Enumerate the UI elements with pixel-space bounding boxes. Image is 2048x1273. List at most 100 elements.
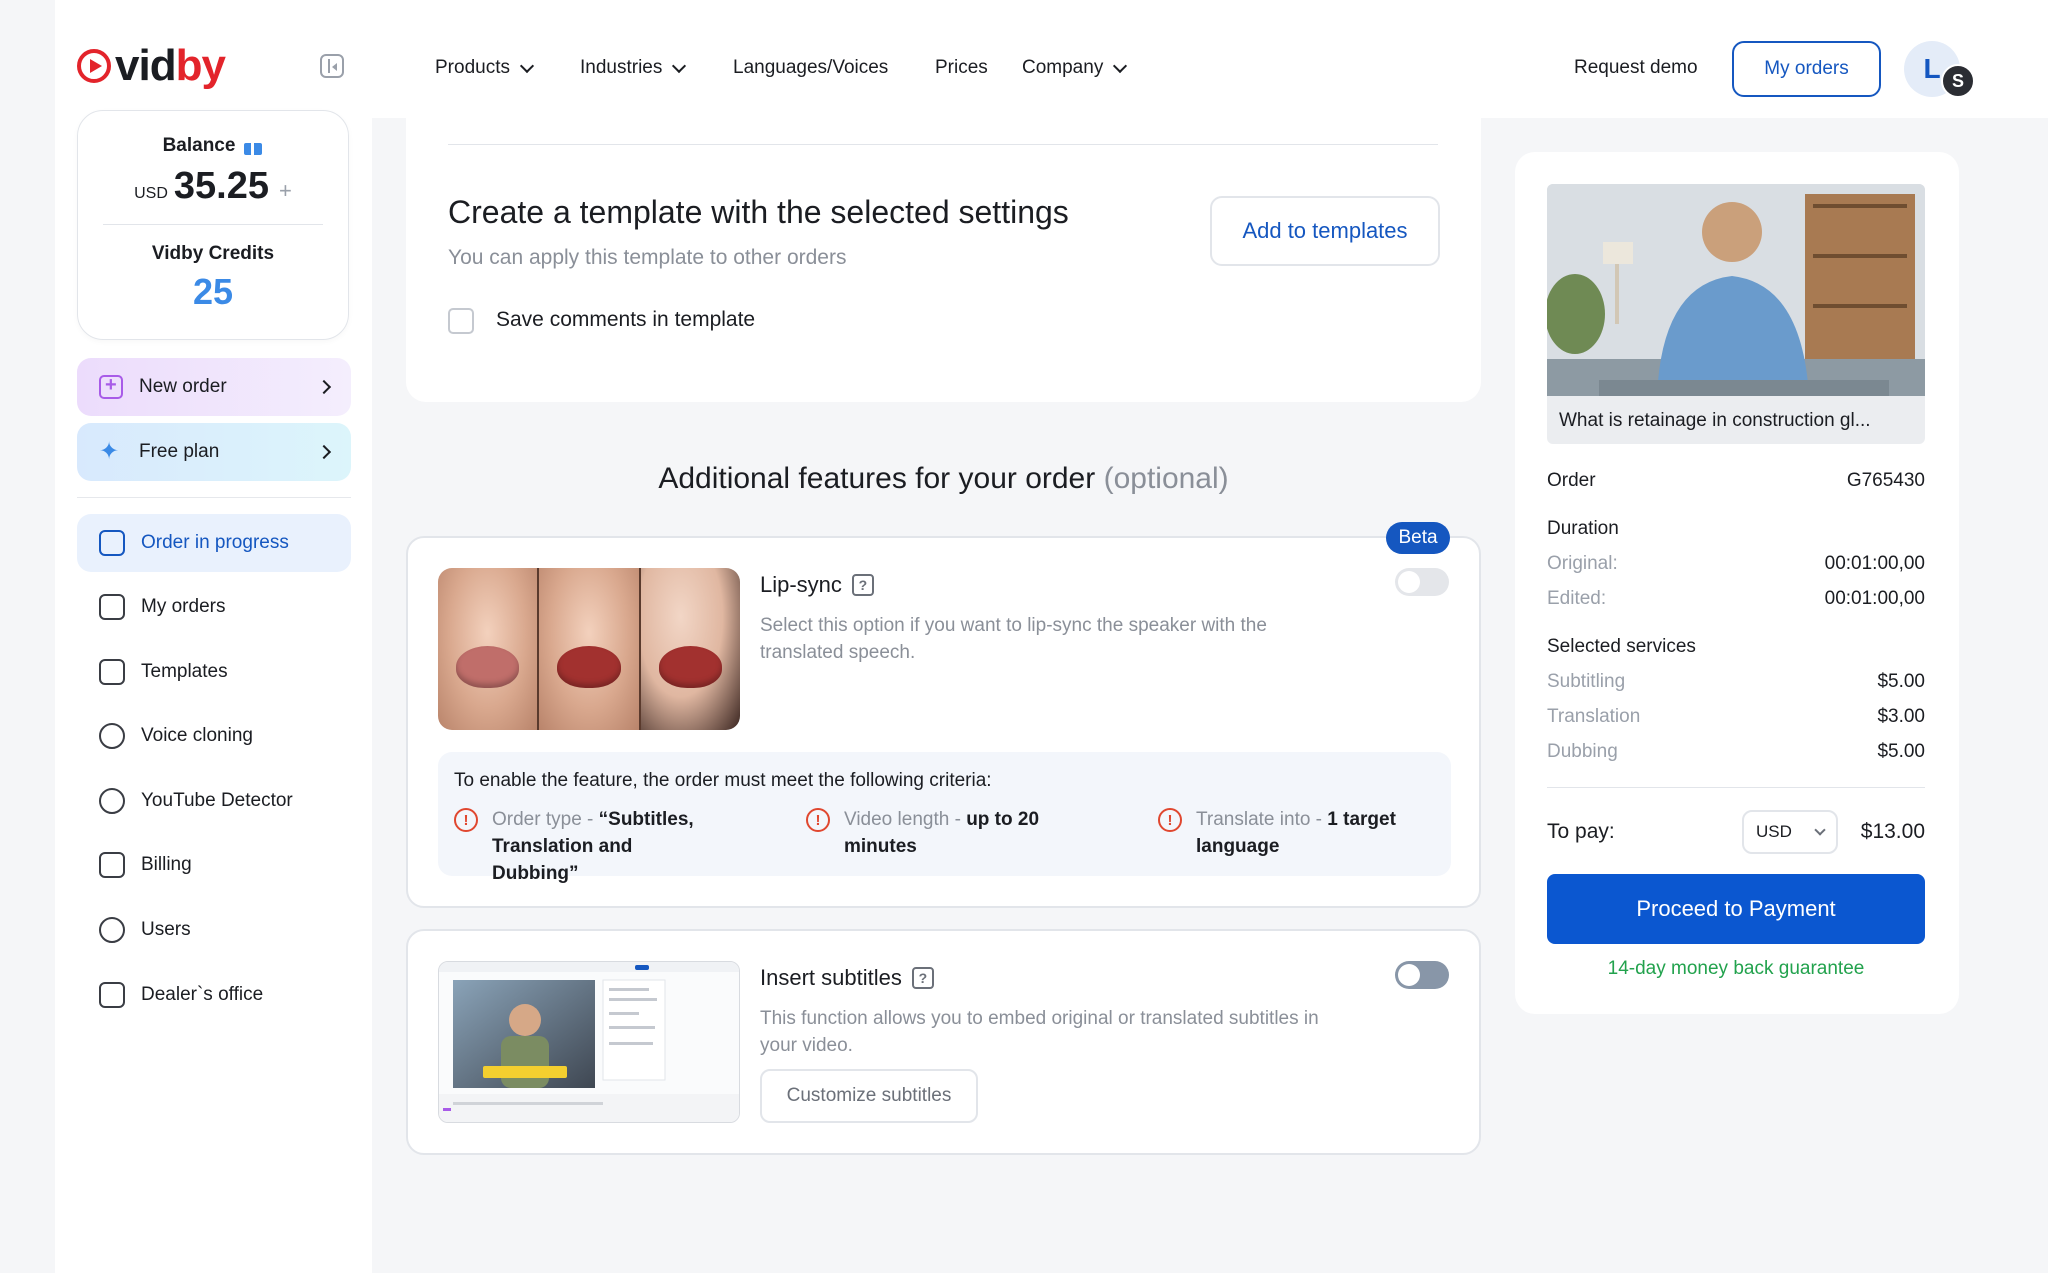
nav-industries-label: Industries (580, 57, 663, 78)
sidebar-item-youtube-detector[interactable]: YouTube Detector (77, 772, 351, 830)
lips-image-2 (539, 568, 641, 730)
nav-company[interactable]: Company (1022, 57, 1128, 79)
criterion-label: Order type - (492, 809, 599, 830)
original-label: Original: (1547, 553, 1618, 574)
service-row: Subtitling $5.00 (1547, 671, 1925, 693)
sidebar-item-label: Order in progress (141, 532, 289, 553)
sidebar-item-label: My orders (141, 596, 226, 617)
sidebar-item-billing[interactable]: Billing (77, 836, 351, 894)
total-amount: $13.00 (1860, 820, 1925, 843)
chevron-right-icon (316, 379, 332, 395)
balance-label: Balance (162, 135, 236, 156)
free-plan-button[interactable]: ✦ Free plan (77, 423, 351, 481)
insert-subtitles-title: Insert subtitles (760, 965, 902, 990)
logo-text-by: by (175, 41, 226, 90)
proceed-to-payment-button[interactable]: Proceed to Payment (1547, 874, 1925, 944)
gift-icon[interactable] (243, 137, 263, 155)
service-name: Dubbing (1547, 741, 1618, 762)
original-duration: 00:01:00,00 (1824, 553, 1925, 574)
request-demo-label: Request demo (1574, 57, 1698, 78)
sidebar: vidby Balance USD 35.25 + Vidby Credits … (55, 0, 372, 1273)
sidebar-item-my-orders[interactable]: My orders (77, 578, 351, 636)
nav-languages-label: Languages/Voices (733, 57, 889, 78)
service-name: Subtitling (1547, 671, 1626, 692)
my-orders-button[interactable]: My orders (1732, 41, 1881, 97)
sidebar-item-label: Users (141, 919, 191, 940)
briefcase-icon (99, 982, 125, 1008)
play-search-icon (99, 788, 125, 814)
divider (103, 224, 323, 225)
service-name: Translation (1547, 706, 1641, 727)
template-title: Create a template with the selected sett… (448, 194, 1069, 230)
avatar-badge: S (1941, 64, 1975, 98)
nav-languages[interactable]: Languages/Voices (733, 57, 888, 79)
chevron-down-icon (672, 58, 687, 73)
service-row: Dubbing $5.00 (1547, 741, 1925, 763)
help-icon[interactable]: ? (851, 574, 874, 596)
plus-box-icon (99, 374, 123, 399)
receipt-icon (99, 852, 125, 878)
warning-icon: ! (806, 808, 830, 832)
insert-subtitles-description: This function allows you to embed origin… (760, 1008, 1319, 1056)
service-row: Translation $3.00 (1547, 706, 1925, 728)
lip-sync-title: Lip-sync (760, 572, 842, 597)
balance-card: Balance USD 35.25 + Vidby Credits 25 (77, 110, 349, 340)
services-row: Selected services (1547, 636, 1925, 658)
criterion-label: Translate into - (1196, 809, 1328, 830)
lip-sync-toggle[interactable] (1395, 568, 1449, 596)
nav-products[interactable]: Products (435, 57, 535, 79)
save-comments-checkbox[interactable] (448, 308, 474, 334)
nav-industries[interactable]: Industries (580, 57, 687, 79)
sidebar-item-label: Templates (141, 661, 228, 682)
edited-duration-row: Edited: 00:01:00,00 (1547, 588, 1925, 610)
top-up-button[interactable]: + (279, 178, 292, 204)
sidebar-item-label: Dealer`s office (141, 984, 264, 1005)
original-duration-row: Original: 00:01:00,00 (1547, 553, 1925, 575)
nav-prices[interactable]: Prices (935, 57, 988, 79)
request-demo-link[interactable]: Request demo (1574, 57, 1698, 79)
currency-select[interactable]: USD (1742, 810, 1838, 854)
order-label: Order (1547, 470, 1596, 491)
nav-company-label: Company (1022, 57, 1104, 78)
chevron-down-icon (519, 58, 535, 73)
template-subtitle: You can apply this template to other ord… (448, 246, 847, 269)
insert-subtitles-toggle[interactable] (1395, 961, 1449, 989)
sidebar-item-users[interactable]: Users (77, 901, 351, 959)
sidebar-item-voice-cloning[interactable]: Voice cloning (77, 707, 351, 765)
vidby-logo[interactable]: vidby (77, 41, 226, 90)
currency-value: USD (1756, 822, 1792, 841)
sidebar-item-label: Billing (141, 854, 192, 875)
add-to-templates-button[interactable]: Add to templates (1210, 196, 1440, 266)
sidebar-item-dealers-office[interactable]: Dealer`s office (77, 966, 351, 1024)
thumbnail-graphic (1547, 184, 1925, 396)
edit-icon (99, 530, 125, 556)
video-thumbnail[interactable] (1547, 184, 1925, 396)
balance-amount: 35.25 (173, 165, 269, 207)
lip-sync-preview-image (438, 568, 740, 730)
sidebar-item-templates[interactable]: Templates (77, 643, 351, 701)
duration-label: Duration (1547, 518, 1619, 539)
help-icon[interactable]: ? (911, 967, 934, 989)
sidebar-divider (77, 497, 351, 498)
users-icon (99, 917, 125, 943)
grid-icon (99, 659, 125, 685)
sparkle-icon: ✦ (99, 438, 120, 465)
sidebar-item-order-in-progress[interactable]: Order in progress (77, 514, 351, 572)
new-order-button[interactable]: New order (77, 358, 351, 416)
money-back-guarantee: 14-day money back guarantee (1607, 958, 1865, 979)
features-optional-text: (optional) (1103, 462, 1229, 495)
divider (448, 144, 1438, 145)
criteria-box: To enable the feature, the order must me… (438, 752, 1451, 884)
template-card: Create a template with the selected sett… (406, 118, 1481, 402)
sidebar-item-label: Voice cloning (141, 725, 253, 746)
credits-value: 25 (192, 271, 234, 312)
warning-icon: ! (1158, 808, 1182, 832)
criterion-label: Video length - (844, 809, 967, 830)
logo-text-vid: vid (115, 41, 177, 90)
video-title: What is retainage in construction gl... (1547, 396, 1925, 444)
duration-row: Duration (1547, 518, 1925, 540)
collapse-sidebar-icon[interactable] (320, 54, 344, 78)
customize-subtitles-button[interactable]: Customize subtitles (760, 1069, 978, 1123)
warning-icon: ! (454, 808, 478, 832)
lip-sync-card: Beta Lip-sync? Select this option if you… (406, 522, 1481, 908)
